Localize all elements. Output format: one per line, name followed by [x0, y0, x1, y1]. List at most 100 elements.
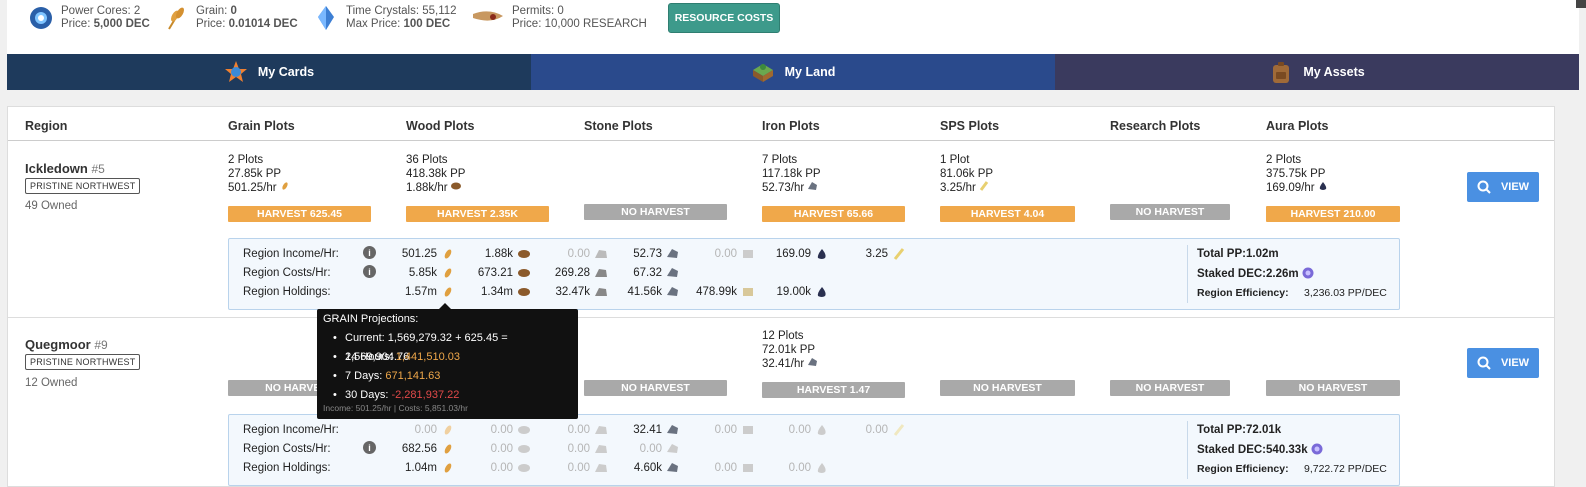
- wood-plots-info: 36 Plots 418.38k PP 1.88k/hr: [406, 153, 465, 195]
- iron-plots-info: 12 Plots 72.01k PP 32.41/hr: [762, 329, 818, 371]
- plot-rate-text: 52.73/hr: [762, 182, 805, 194]
- wood-icon: [518, 426, 530, 434]
- plot-rate: 169.09/hr: [1266, 181, 1328, 195]
- grain-projections-tooltip: GRAIN Projections: Current: 1,569,279.32…: [317, 303, 578, 419]
- value: 0.00: [865, 424, 888, 436]
- grain-icon: [444, 444, 452, 454]
- tooltip-30d: 30 Days: -2,281,937.22: [323, 386, 572, 405]
- label: 7 Days:: [345, 370, 386, 382]
- harvest-grain-button[interactable]: HARVEST 625.45: [228, 206, 371, 222]
- holdings-grain[interactable]: 1.57m: [385, 286, 455, 298]
- plot-rate-text: 169.09/hr: [1266, 182, 1315, 194]
- info-icon[interactable]: i: [363, 441, 376, 454]
- harvest-sps-button[interactable]: HARVEST 4.04: [940, 206, 1075, 222]
- time-crystals-resource: Time Crystals: 55,112 Max Price: 100 DEC: [312, 4, 457, 32]
- total-pp-label: Total PP:: [1197, 424, 1246, 436]
- plot-count: 7 Plots: [762, 154, 798, 166]
- iron-icon: [667, 463, 678, 472]
- label: Current:: [345, 332, 388, 344]
- value: 673.21: [477, 267, 513, 279]
- holdings-wood: 0.00: [461, 462, 531, 474]
- stone-icon: [595, 269, 607, 277]
- tooltip-7d: 7 Days: 671,141.63: [323, 367, 572, 386]
- grain-icon: [444, 463, 452, 473]
- stone-icon: [595, 426, 607, 434]
- info-icon[interactable]: i: [363, 246, 376, 259]
- cards-icon: [224, 60, 248, 84]
- header-stone-plots: Stone Plots: [584, 119, 653, 133]
- row-divider: [8, 317, 1554, 318]
- value: 0.00: [714, 424, 737, 436]
- region-tag: PRISTINE NORTHWEST: [25, 178, 141, 194]
- value: 501.25: [401, 248, 437, 260]
- view-button[interactable]: VIEW: [1467, 348, 1539, 378]
- staked-value: 540.33k: [1266, 444, 1308, 456]
- view-label: VIEW: [1500, 181, 1530, 193]
- resource-costs-button[interactable]: RESOURCE COSTS: [668, 3, 780, 33]
- value: 269.28: [554, 267, 590, 279]
- staked-dec: Staked DEC:2.26m: [1197, 267, 1314, 280]
- iron-icon: [667, 444, 678, 453]
- grain-count: 0: [230, 5, 237, 17]
- header-wood-plots: Wood Plots: [406, 119, 475, 133]
- tooltip-list: Current: 1,569,279.32 + 625.45 = 1,569,9…: [323, 329, 572, 405]
- wood-icon: [518, 464, 530, 472]
- info-icon[interactable]: i: [363, 265, 376, 278]
- grain-icon: [444, 268, 452, 278]
- value: 0.00: [567, 424, 590, 436]
- value: 0.00: [490, 443, 513, 455]
- grain-icon: [444, 287, 452, 297]
- harvest-wood-button[interactable]: HARVEST 2.35K: [406, 206, 549, 222]
- value: 0.00: [714, 462, 737, 474]
- research-icon: [743, 250, 753, 258]
- income-iron: 32.41: [610, 424, 680, 436]
- time-crystals-price-label: Max Price:: [346, 18, 404, 30]
- staked-dec: Staked DEC:540.33k: [1197, 443, 1323, 456]
- corner-download-icon[interactable]: [1576, 0, 1586, 8]
- income-stone: 0.00: [538, 424, 608, 436]
- income-sps: 3.25: [836, 248, 906, 260]
- value: 671,141.63: [385, 370, 441, 382]
- income-iron: 52.73: [610, 248, 680, 260]
- dec-icon: [1311, 443, 1323, 455]
- value: 0.00: [639, 443, 662, 455]
- region-name-text: Quegmoor: [25, 337, 91, 352]
- costs-grain: 682.56: [385, 443, 455, 455]
- research-icon: [743, 464, 753, 472]
- no-harvest-research: NO HARVEST: [1110, 380, 1230, 396]
- harvest-iron-button[interactable]: HARVEST 1.47: [762, 382, 905, 398]
- value: 32.41: [633, 424, 662, 436]
- value: 0.00: [567, 443, 590, 455]
- iron-icon: [667, 425, 678, 434]
- tab-my-assets[interactable]: My Assets: [1055, 54, 1579, 90]
- total-pp-label: Total PP:: [1197, 248, 1246, 260]
- costs-label: Region Costs/Hr:: [243, 443, 331, 455]
- staked-value: 2.26m: [1266, 268, 1299, 280]
- view-button[interactable]: VIEW: [1467, 172, 1539, 202]
- grain-count-label: Grain:: [196, 5, 231, 17]
- region-owned: 49 Owned: [25, 200, 78, 212]
- tab-my-cards[interactable]: My Cards: [7, 54, 531, 90]
- resource-bar: Power Cores: 2 Price: 5,000 DEC Grain: 0P…: [7, 0, 1579, 54]
- harvest-iron-button[interactable]: HARVEST 65.66: [762, 206, 905, 222]
- stone-icon: [595, 288, 607, 296]
- region-tag: PRISTINE NORTHWEST: [25, 354, 141, 370]
- total-pp: Total PP:72.01k: [1197, 424, 1281, 436]
- summary-divider: [1187, 245, 1188, 303]
- holdings-wood: 1.34m: [461, 286, 531, 298]
- value: 1.34m: [481, 286, 513, 298]
- total-pp: Total PP:1.02m: [1197, 248, 1279, 260]
- research-icon: [743, 426, 753, 434]
- tab-my-land[interactable]: My Land: [531, 54, 1055, 90]
- holdings-research: 478.99k: [685, 286, 755, 298]
- region-efficiency-label: Region Efficiency:: [1197, 463, 1289, 475]
- iron-icon: [808, 182, 818, 190]
- region-efficiency-value: 3,236.03 PP/DEC: [1304, 287, 1387, 299]
- harvest-aura-button[interactable]: HARVEST 210.00: [1266, 206, 1400, 222]
- plot-rate-text: 32.41/hr: [762, 358, 805, 370]
- plot-rate: 1.88k/hr: [406, 181, 465, 195]
- income-label: Region Income/Hr:: [243, 248, 339, 260]
- plot-rate: 52.73/hr: [762, 181, 821, 195]
- value: 4.60k: [633, 462, 662, 474]
- income-grain: 501.25: [385, 248, 455, 260]
